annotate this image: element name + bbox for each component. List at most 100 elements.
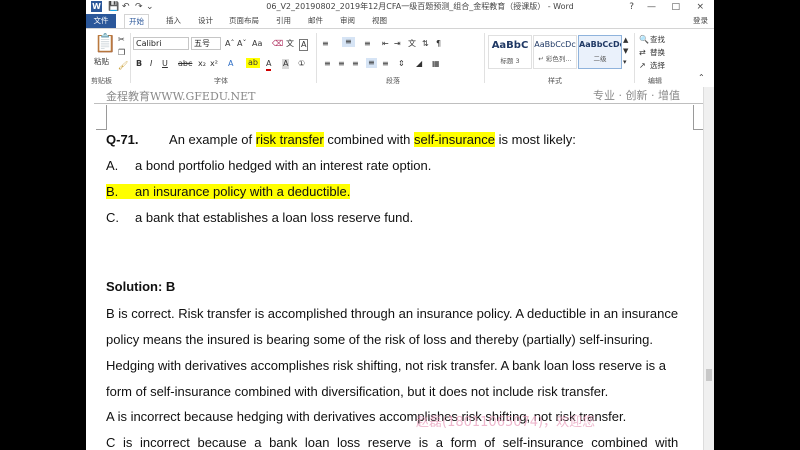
numbering-icon[interactable]: ≡ (342, 37, 355, 47)
change-case-icon[interactable]: Aa (252, 39, 262, 49)
font-size-box[interactable]: 五号 (191, 37, 221, 50)
replace-button[interactable]: 替换 (650, 48, 665, 58)
grow-font-icon[interactable]: Aˆ (225, 39, 234, 49)
find-button[interactable]: 查找 (650, 35, 665, 45)
option-text: a bond portfolio hedged with an interest… (135, 158, 432, 173)
minimize-button[interactable]: — (647, 0, 656, 14)
paragraph-group-label: 段落 (386, 77, 400, 85)
watermark-text: 赵磊(18011065074)，欢迎您 (416, 415, 596, 430)
multilevel-list-icon[interactable]: ≡ (364, 39, 371, 49)
tab-file[interactable]: 文件 (86, 14, 116, 28)
tab-view[interactable]: 视图 (372, 14, 387, 28)
highlight-self-insurance: self-insurance (414, 132, 495, 147)
clear-format-icon[interactable]: ⌫ (272, 39, 283, 49)
styles-scroll-up-icon[interactable]: ▲ (623, 35, 628, 45)
redo-icon[interactable]: ↷ (135, 0, 143, 14)
tab-review[interactable]: 审阅 (340, 14, 355, 28)
find-icon[interactable]: 🔍 (639, 35, 649, 45)
paste-icon[interactable]: 📋 (94, 34, 116, 54)
style-level2[interactable]: AaBbCcDd 二级 (578, 35, 622, 69)
font-color-icon[interactable]: A (266, 59, 272, 71)
login-link[interactable]: 登录 (693, 14, 708, 28)
phonetic-icon[interactable]: 文 (286, 39, 294, 49)
tab-mailings[interactable]: 邮件 (308, 14, 323, 28)
increase-indent-icon[interactable]: ⇥ (394, 39, 401, 49)
close-button[interactable]: × (696, 0, 704, 14)
highlight-risk-transfer: risk transfer (255, 132, 324, 147)
tab-references[interactable]: 引用 (276, 14, 291, 28)
style-heading3[interactable]: AaBbC 标题 3 (488, 35, 532, 69)
select-button[interactable]: 选择 (650, 61, 665, 71)
shading-icon[interactable]: ◢ (416, 59, 422, 69)
decrease-indent-icon[interactable]: ⇤ (382, 39, 389, 49)
superscript-button[interactable]: x² (210, 59, 218, 69)
sort-icon[interactable]: ⇅ (422, 39, 429, 49)
solution-line: C is incorrect because a bank loan loss … (106, 435, 679, 450)
document-area[interactable]: 金程教育WWW.GFEDU.NET 专业 · 创新 · 增值 Q-71. An … (86, 87, 714, 450)
paste-label[interactable]: 粘贴 (94, 57, 109, 67)
replace-icon[interactable]: ⇄ (639, 48, 646, 58)
question-text: An example of (169, 132, 253, 147)
borders-icon[interactable]: ▦ (432, 59, 440, 69)
header-left-text: 金程教育WWW.GFEDU.NET (106, 90, 256, 103)
char-shading-icon[interactable]: A (282, 59, 290, 69)
justify-icon[interactable]: ≡ (366, 58, 377, 68)
tab-page-layout[interactable]: 页面布局 (229, 14, 259, 28)
style-colored-list[interactable]: AaBbCcDc ↵ 彩色列... (533, 35, 577, 69)
styles-group-label: 样式 (548, 77, 562, 85)
solution-line: form of self-insurance combined with div… (106, 384, 609, 399)
text-effects-icon[interactable]: A (228, 59, 233, 69)
option-text: an insurance policy with a deductible. (135, 184, 351, 199)
editing-group-label: 编辑 (648, 77, 662, 85)
shrink-font-icon[interactable]: Aˇ (237, 39, 246, 49)
option-a: A. a bond portfolio hedged with an intere… (106, 158, 431, 173)
tab-insert[interactable]: 插入 (166, 14, 181, 28)
style-sample: AaBbCcDc (534, 40, 576, 49)
option-letter: C. (106, 210, 119, 225)
title-bar: W 💾 ↶ ↷ ⌄ 06_V2_20190802_2019年12月CFA一级百题… (86, 0, 714, 14)
font-name-box[interactable]: Calibri (133, 37, 189, 50)
vertical-scrollbar[interactable] (703, 87, 714, 450)
bold-button[interactable]: B (136, 59, 142, 69)
styles-scroll-down-icon[interactable]: ▼ (623, 46, 628, 56)
bullets-icon[interactable]: ≡ (322, 39, 329, 49)
align-right-icon[interactable]: ≡ (352, 59, 359, 69)
line-spacing-icon[interactable]: ⇕ (398, 59, 405, 69)
copy-icon[interactable]: ❐ (118, 48, 125, 58)
question-line: Q-71. An example of risk transfer combin… (106, 132, 576, 147)
tab-home[interactable]: 开始 (124, 14, 149, 28)
solution-line: B is correct. Risk transfer is accomplis… (106, 306, 679, 321)
maximize-button[interactable]: □ (671, 0, 680, 14)
chinese-layout-icon[interactable]: 文 (408, 39, 416, 49)
collapse-ribbon-icon[interactable]: ⌃ (698, 73, 705, 83)
align-center-icon[interactable]: ≡ (338, 59, 345, 69)
help-button[interactable]: ? (629, 0, 634, 14)
window-title: 06_V2_20190802_2019年12月CFA一级百题预测_组合_金程教育… (266, 2, 574, 11)
enclose-char-icon[interactable]: ① (298, 59, 305, 69)
styles-more-icon[interactable]: ▾ (623, 57, 627, 67)
question-text: combined with (327, 132, 411, 147)
scrollbar-thumb[interactable] (706, 369, 712, 381)
cut-icon[interactable]: ✂ (118, 35, 125, 45)
subscript-button[interactable]: x₂ (198, 59, 206, 69)
align-left-icon[interactable]: ≡ (324, 59, 331, 69)
option-b: B. an insurance policy with a deductible. (106, 184, 351, 199)
customize-icon[interactable]: ⌄ (146, 0, 154, 14)
strikethrough-button[interactable]: abc (178, 59, 192, 69)
tab-design[interactable]: 设计 (198, 14, 213, 28)
distributed-icon[interactable]: ≡ (382, 59, 389, 69)
select-icon[interactable]: ↗ (639, 61, 646, 71)
solution-line: policy means the insured is bearing some… (106, 332, 653, 347)
word-window: W 💾 ↶ ↷ ⌄ 06_V2_20190802_2019年12月CFA一级百题… (86, 0, 714, 450)
italic-button[interactable]: I (150, 59, 152, 69)
show-marks-icon[interactable]: ¶ (436, 39, 441, 49)
format-painter-icon[interactable]: 🖌 (118, 61, 128, 71)
undo-icon[interactable]: ↶ (122, 0, 130, 14)
style-name: 标题 3 (500, 57, 520, 65)
highlight-icon[interactable]: ab (246, 58, 260, 68)
save-icon[interactable]: 💾 (108, 0, 119, 14)
char-border-icon[interactable]: A (299, 39, 309, 51)
divider (634, 33, 635, 83)
header-rule (94, 103, 706, 104)
underline-button[interactable]: U (162, 59, 168, 69)
